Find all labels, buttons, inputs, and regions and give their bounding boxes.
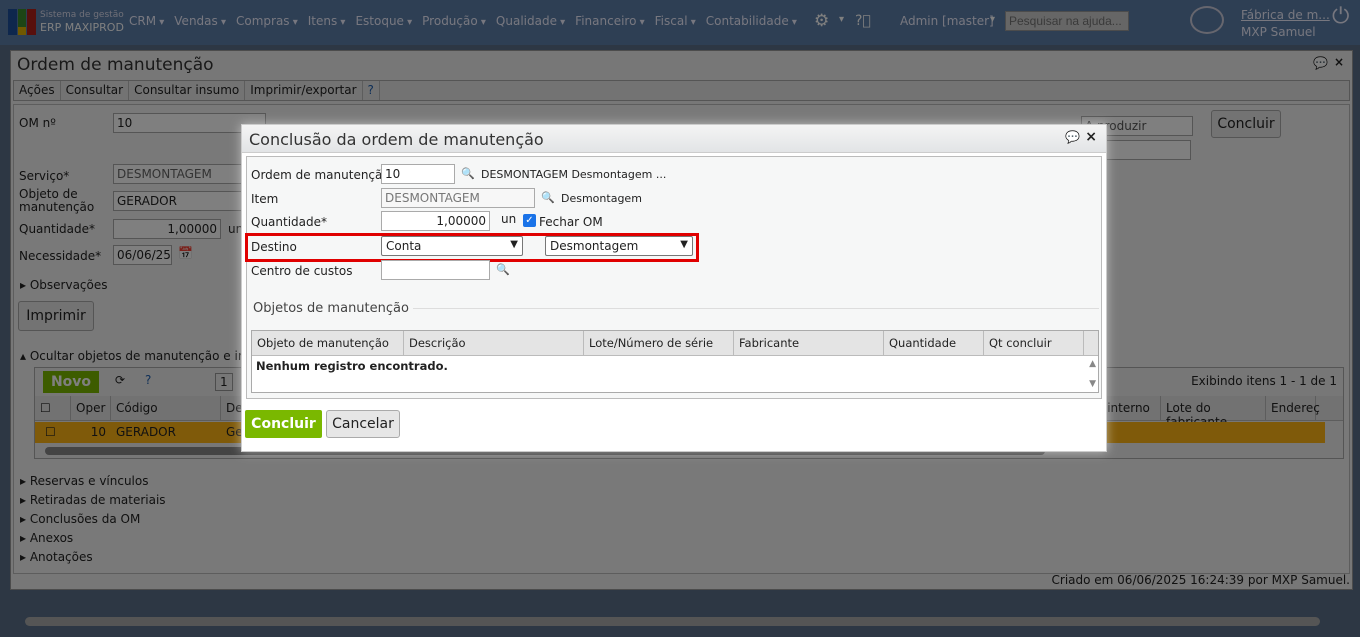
destino-label: Destino xyxy=(251,240,297,254)
grid-header: Objeto de manutenção Descrição Lote/Núme… xyxy=(252,331,1098,356)
objetos-legend: Objetos de manutenção xyxy=(253,301,413,316)
concluir-button[interactable]: Concluir xyxy=(245,410,322,438)
cancelar-button[interactable]: Cancelar xyxy=(326,410,400,438)
dialog-title: Conclusão da ordem de manutenção xyxy=(249,130,544,149)
search-icon[interactable]: 🔍 xyxy=(461,167,475,180)
item-label: Item xyxy=(251,192,279,206)
col-fabricante[interactable]: Fabricante xyxy=(734,331,884,355)
scroll-down-icon[interactable]: ▼ xyxy=(1089,379,1096,389)
search-icon[interactable]: 🔍 xyxy=(496,263,510,276)
ordem-label: Ordem de manutenção xyxy=(251,168,390,182)
comment-icon[interactable]: 💬 xyxy=(1065,130,1080,144)
item-description: Desmontagem xyxy=(561,192,642,205)
centro-custos-label: Centro de custos xyxy=(251,264,353,278)
objetos-grid: Objeto de manutenção Descrição Lote/Núme… xyxy=(251,330,1099,393)
quantidade-label: Quantidade* xyxy=(251,215,328,229)
empty-message: Nenhum registro encontrado. xyxy=(256,359,448,373)
destino-value: Conta xyxy=(386,239,422,253)
search-icon[interactable]: 🔍 xyxy=(541,191,555,204)
unit-label: un xyxy=(501,212,517,226)
scroll-up-icon[interactable]: ▲ xyxy=(1089,359,1096,369)
quantidade-field[interactable]: 1,00000 xyxy=(381,211,490,231)
conta-value: Desmontagem xyxy=(550,239,639,253)
col-quantidade[interactable]: Quantidade xyxy=(884,331,984,355)
fechar-om-checkbox[interactable]: ✓ xyxy=(523,214,536,227)
conta-select[interactable]: Desmontagem ▼ xyxy=(545,236,693,256)
chevron-down-icon: ▼ xyxy=(510,239,518,250)
fechar-om-label: Fechar OM xyxy=(539,215,603,229)
dialog-titlebar: Conclusão da ordem de manutenção 💬 × xyxy=(242,125,1106,153)
close-icon[interactable]: × xyxy=(1085,129,1097,145)
col-lote[interactable]: Lote/Número de série xyxy=(584,331,734,355)
chevron-down-icon: ▼ xyxy=(680,239,688,250)
item-field[interactable]: DESMONTAGEM xyxy=(381,188,535,208)
conclusion-dialog: Conclusão da ordem de manutenção 💬 × Ord… xyxy=(241,124,1107,452)
col-qt-concluir[interactable]: Qt concluir xyxy=(984,331,1084,355)
ordem-description: DESMONTAGEM Desmontagem ... xyxy=(481,168,667,181)
col-descricao[interactable]: Descrição xyxy=(404,331,584,355)
dialog-form: Ordem de manutenção 10 🔍 DESMONTAGEM Des… xyxy=(245,156,1102,399)
col-objeto[interactable]: Objeto de manutenção xyxy=(252,331,404,355)
centro-custos-field[interactable] xyxy=(381,260,490,280)
destino-select[interactable]: Conta ▼ xyxy=(381,236,523,256)
ordem-field[interactable]: 10 xyxy=(381,164,455,184)
